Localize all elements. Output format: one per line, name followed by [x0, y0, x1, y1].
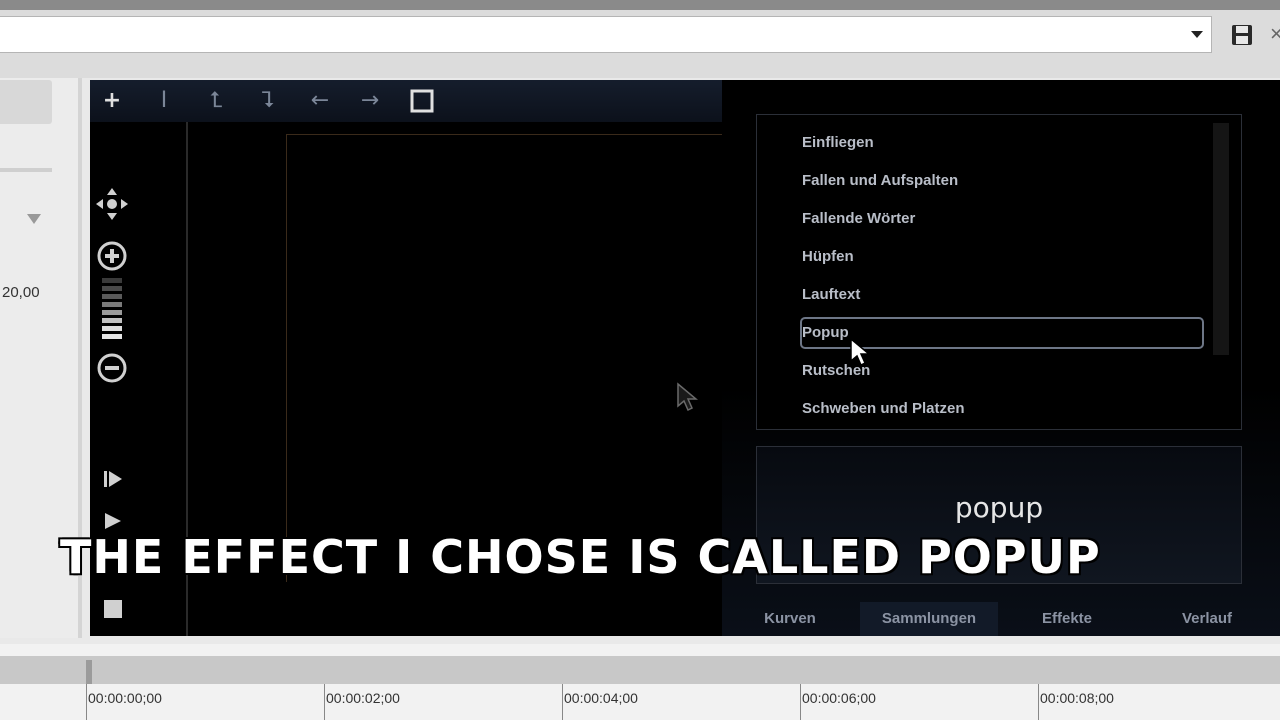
title-canvas[interactable] — [286, 134, 722, 582]
timeline-tick — [562, 684, 563, 720]
timeline-label: 00:00:02;00 — [326, 690, 400, 706]
timeline-label: 00:00:04;00 — [564, 690, 638, 706]
timeline-tick — [800, 684, 801, 720]
list-item[interactable]: Fallende Wörter — [801, 203, 1205, 235]
square-icon[interactable] — [408, 88, 436, 114]
effect-list: Einfliegen Fallen und Aufspalten Fallend… — [756, 114, 1242, 430]
play-icon[interactable] — [102, 510, 124, 532]
zoom-out-icon[interactable] — [96, 352, 128, 384]
tab-verlauf[interactable]: Verlauf — [1142, 602, 1272, 636]
list-item[interactable]: Fallen und Aufspalten — [801, 165, 1205, 197]
dropdown-field[interactable] — [0, 16, 1212, 53]
left-panel-divider — [0, 168, 52, 172]
timeline-tick — [324, 684, 325, 720]
timeline-tick — [86, 684, 87, 720]
timeline-tick — [1038, 684, 1039, 720]
list-item[interactable]: Schweben und Platzen — [801, 393, 1205, 425]
timeline[interactable]: 00:00:00;00 00:00:02;00 00:00:04;00 00:0… — [0, 644, 1280, 720]
timeline-label: 00:00:08;00 — [1040, 690, 1114, 706]
top-strip — [0, 0, 1280, 10]
top-bar: × — [0, 0, 1280, 78]
mouse-cursor-icon — [677, 382, 698, 412]
zoom-slider[interactable] — [102, 278, 122, 342]
plus-icon[interactable]: + — [98, 88, 126, 114]
stop-icon[interactable] — [102, 598, 124, 620]
list-scrollbar[interactable] — [1213, 123, 1229, 355]
tab-kurven[interactable]: Kurven — [742, 602, 838, 636]
chevron-down-icon[interactable] — [1191, 31, 1203, 38]
left-panel-value: 20,00 — [2, 284, 40, 301]
save-icon[interactable] — [1231, 24, 1253, 46]
timeline-label: 00:00:00;00 — [88, 690, 162, 706]
playhead[interactable] — [86, 660, 92, 684]
editor-toolbar: + I ⮤ ⮧ ← → — [90, 80, 722, 122]
timeline-label: 00:00:06;00 — [802, 690, 876, 706]
list-item[interactable]: Einfliegen — [801, 127, 1205, 159]
corner-down-right-icon[interactable]: ⮧ — [254, 88, 282, 114]
step-forward-icon[interactable] — [102, 468, 124, 490]
triangle-down-icon[interactable] — [27, 214, 41, 224]
arrow-right-icon[interactable]: → — [356, 88, 384, 114]
mouse-cursor-icon — [850, 337, 871, 367]
text-cursor-icon[interactable]: I — [150, 88, 178, 114]
left-panel-button[interactable] — [0, 80, 52, 124]
panel-tabs: Kurven Sammlungen Effekte Verlauf — [722, 602, 1280, 636]
tab-effekte[interactable]: Effekte — [1012, 602, 1122, 636]
preview-text: popup — [954, 491, 1044, 524]
video-caption: THE EFFECT I CHOSE IS CALLED POPUP — [59, 529, 1102, 586]
list-item[interactable]: Lauftext — [801, 279, 1205, 311]
tab-sammlungen[interactable]: Sammlungen — [860, 602, 998, 636]
close-icon[interactable]: × — [1270, 22, 1280, 46]
arrow-left-icon[interactable]: ← — [306, 88, 334, 114]
list-item[interactable]: Hüpfen — [801, 241, 1205, 273]
zoom-in-icon[interactable] — [96, 240, 128, 272]
timeline-track-header[interactable] — [0, 656, 1280, 684]
move-icon[interactable] — [94, 186, 130, 222]
corner-up-left-icon[interactable]: ⮤ — [202, 88, 230, 114]
